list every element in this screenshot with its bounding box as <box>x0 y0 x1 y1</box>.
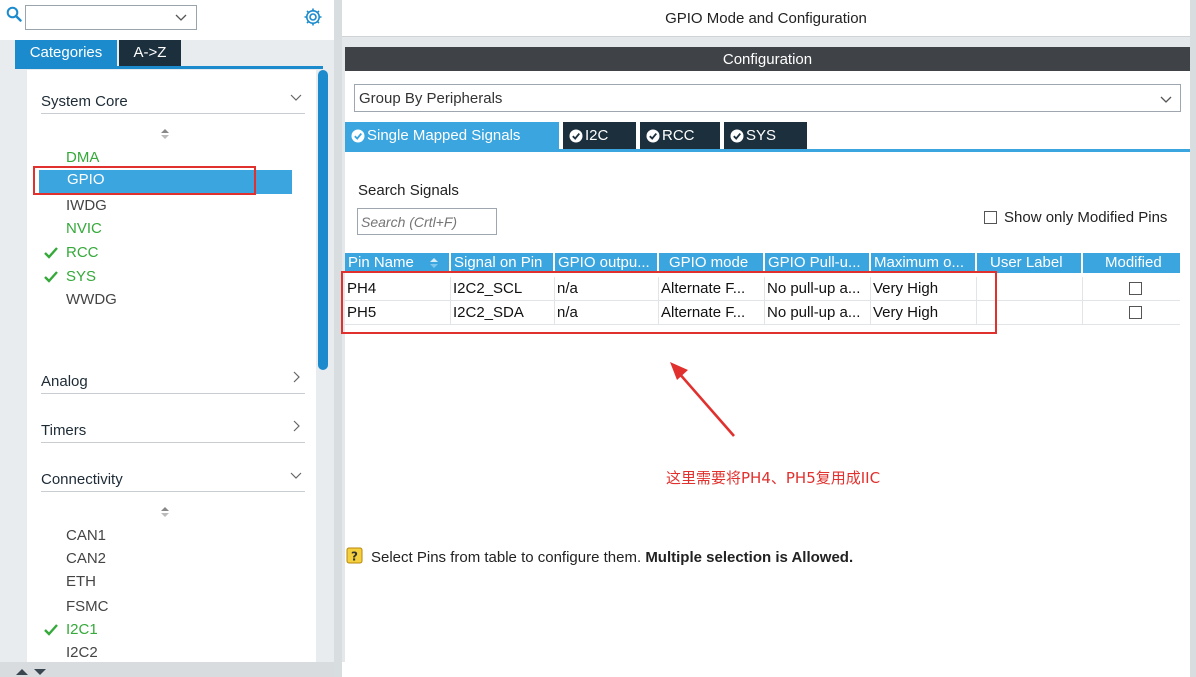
item-label: IWDG <box>66 197 107 214</box>
group-by-value: Group By Peripherals <box>359 90 503 107</box>
item-label: I2C1 <box>66 621 98 638</box>
configuration-area <box>345 71 1190 662</box>
search-signals-input[interactable] <box>357 208 497 235</box>
item-label: NVIC <box>66 220 102 237</box>
category-tree: System Core DMA GPIO IWDG NVIC RCC SYS W… <box>27 70 316 662</box>
item-label: SYS <box>66 268 97 285</box>
column-header[interactable]: GPIO mode <box>659 253 765 273</box>
right-scrollbar[interactable] <box>1190 0 1196 677</box>
group-by-select[interactable]: Group By Peripherals <box>354 84 1181 112</box>
item-label: WWDG <box>66 291 117 308</box>
cell-modified <box>1083 277 1180 301</box>
search-signals-label: Search Signals <box>358 182 459 199</box>
help-icon: ? <box>346 547 363 564</box>
item-label: RCC <box>66 244 99 261</box>
group-timers[interactable]: Timers <box>41 403 305 443</box>
item-label: CAN2 <box>66 550 107 567</box>
sort-icon[interactable] <box>429 257 439 269</box>
page-title: GPIO Mode and Configuration <box>665 10 867 27</box>
item-label: CAN1 <box>66 527 107 544</box>
group-system-core[interactable]: System Core <box>41 74 305 114</box>
search-row <box>0 0 334 40</box>
tab-underline <box>345 149 1190 152</box>
item-label: FSMC <box>66 598 109 615</box>
column-header[interactable]: Signal on Pin <box>451 253 555 273</box>
rows-highlight-box <box>341 271 997 334</box>
collapse-icon[interactable] <box>14 668 52 676</box>
gear-icon[interactable] <box>302 6 324 28</box>
chevron-right-icon[interactable] <box>289 419 303 433</box>
chevron-down-icon[interactable] <box>289 90 303 104</box>
tab-label: RCC <box>662 127 695 144</box>
column-header[interactable]: User Label <box>977 253 1083 273</box>
search-combo[interactable] <box>25 5 197 30</box>
chevron-down-icon[interactable] <box>174 10 188 24</box>
svg-text:?: ? <box>351 550 358 564</box>
column-header[interactable]: GPIO Pull-u... <box>765 253 871 273</box>
column-header[interactable]: Maximum o... <box>871 253 977 273</box>
chevron-down-icon[interactable] <box>289 468 303 482</box>
hint-text: Select Pins from table to configure them… <box>371 549 853 566</box>
column-header[interactable]: Modified <box>1083 253 1180 273</box>
tab-rcc[interactable]: RCC <box>640 122 720 149</box>
tab-sys[interactable]: SYS <box>724 122 807 149</box>
arrow-icon <box>670 362 735 437</box>
checkbox[interactable] <box>984 211 997 224</box>
check-icon <box>44 271 58 283</box>
group-connectivity[interactable]: Connectivity <box>41 452 305 492</box>
tab-label: SYS <box>746 127 777 144</box>
cell-modified <box>1083 301 1180 325</box>
sort-icon[interactable] <box>160 127 170 141</box>
tab-label: I2C <box>585 127 609 144</box>
tab-single-mapped-signals[interactable]: Single Mapped Signals <box>345 122 559 149</box>
tree-scrollbar[interactable] <box>318 70 328 370</box>
mode-config-header: GPIO Mode and Configuration <box>342 0 1190 37</box>
group-label: System Core <box>41 93 128 110</box>
modified-checkbox[interactable] <box>1129 306 1142 319</box>
column-header[interactable]: Pin Name <box>345 253 451 273</box>
check-circle-icon <box>730 129 744 143</box>
check-circle-icon <box>646 129 660 143</box>
tab-categories[interactable]: Categories <box>15 40 117 67</box>
group-label: Analog <box>41 373 88 390</box>
sort-icon[interactable] <box>160 505 170 519</box>
search-icon[interactable] <box>6 6 22 22</box>
tab-label: Single Mapped Signals <box>367 127 521 144</box>
check-icon <box>44 247 58 259</box>
checkbox-label: Show only Modified Pins <box>1004 209 1168 226</box>
gpio-highlight-box <box>33 166 256 195</box>
hint-normal: Select Pins from table to configure them… <box>371 549 642 566</box>
item-label: ETH <box>66 573 96 590</box>
group-label: Timers <box>41 422 87 439</box>
configuration-title: Configuration <box>722 51 813 68</box>
modified-checkbox[interactable] <box>1129 282 1142 295</box>
left-panel: Categories A->Z System Core DMA GPIO IWD… <box>0 0 334 677</box>
tab-i2c[interactable]: I2C <box>563 122 636 149</box>
column-header[interactable]: GPIO outpu... <box>555 253 659 273</box>
item-label: I2C2 <box>66 644 98 661</box>
group-label: Connectivity <box>41 471 123 488</box>
chevron-right-icon[interactable] <box>289 370 303 384</box>
configuration-bar: Configuration <box>345 47 1190 71</box>
chevron-down-icon[interactable] <box>1159 92 1173 106</box>
panel-separator[interactable] <box>334 0 342 677</box>
check-circle-icon <box>569 129 583 143</box>
tab-a-to-z[interactable]: A->Z <box>119 40 181 67</box>
tab-underline <box>15 66 323 69</box>
check-icon <box>44 624 58 636</box>
group-analog[interactable]: Analog <box>41 354 305 394</box>
annotation-text: 这里需要将PH4、PH5复用成IIC <box>666 469 881 487</box>
header-label: Pin Name <box>348 254 414 271</box>
hint-bold: Multiple selection is Allowed. <box>645 549 854 566</box>
check-circle-icon <box>351 129 365 143</box>
